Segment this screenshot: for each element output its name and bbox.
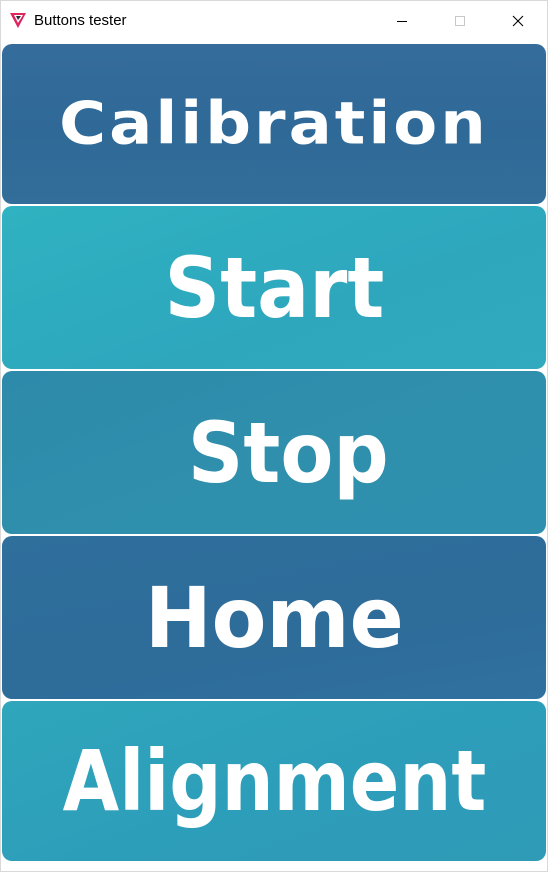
app-window: Buttons tester Calibration Start Stop Ho…	[0, 0, 548, 872]
alignment-button-label: Alignment	[62, 732, 486, 830]
home-button[interactable]: Home	[2, 536, 546, 699]
maximize-button[interactable]	[431, 1, 489, 41]
minimize-button[interactable]	[373, 1, 431, 41]
calibration-button-label: Calibration	[59, 89, 489, 159]
button-panel: Calibration Start Stop Home Alignment	[1, 41, 547, 871]
app-logo-icon	[9, 11, 27, 29]
close-button[interactable]	[489, 1, 547, 41]
close-icon	[512, 15, 524, 27]
alignment-button[interactable]: Alignment	[2, 701, 546, 861]
start-button-label: Start	[164, 238, 384, 337]
start-button[interactable]: Start	[2, 206, 546, 369]
maximize-icon	[455, 16, 465, 26]
home-button-label: Home	[144, 568, 404, 667]
calibration-button[interactable]: Calibration	[2, 44, 546, 204]
title-bar[interactable]: Buttons tester	[1, 1, 547, 41]
minimize-icon	[397, 21, 407, 22]
stop-button-label: Stop	[187, 403, 389, 502]
stop-button[interactable]: Stop	[2, 371, 546, 534]
window-title: Buttons tester	[34, 12, 127, 29]
